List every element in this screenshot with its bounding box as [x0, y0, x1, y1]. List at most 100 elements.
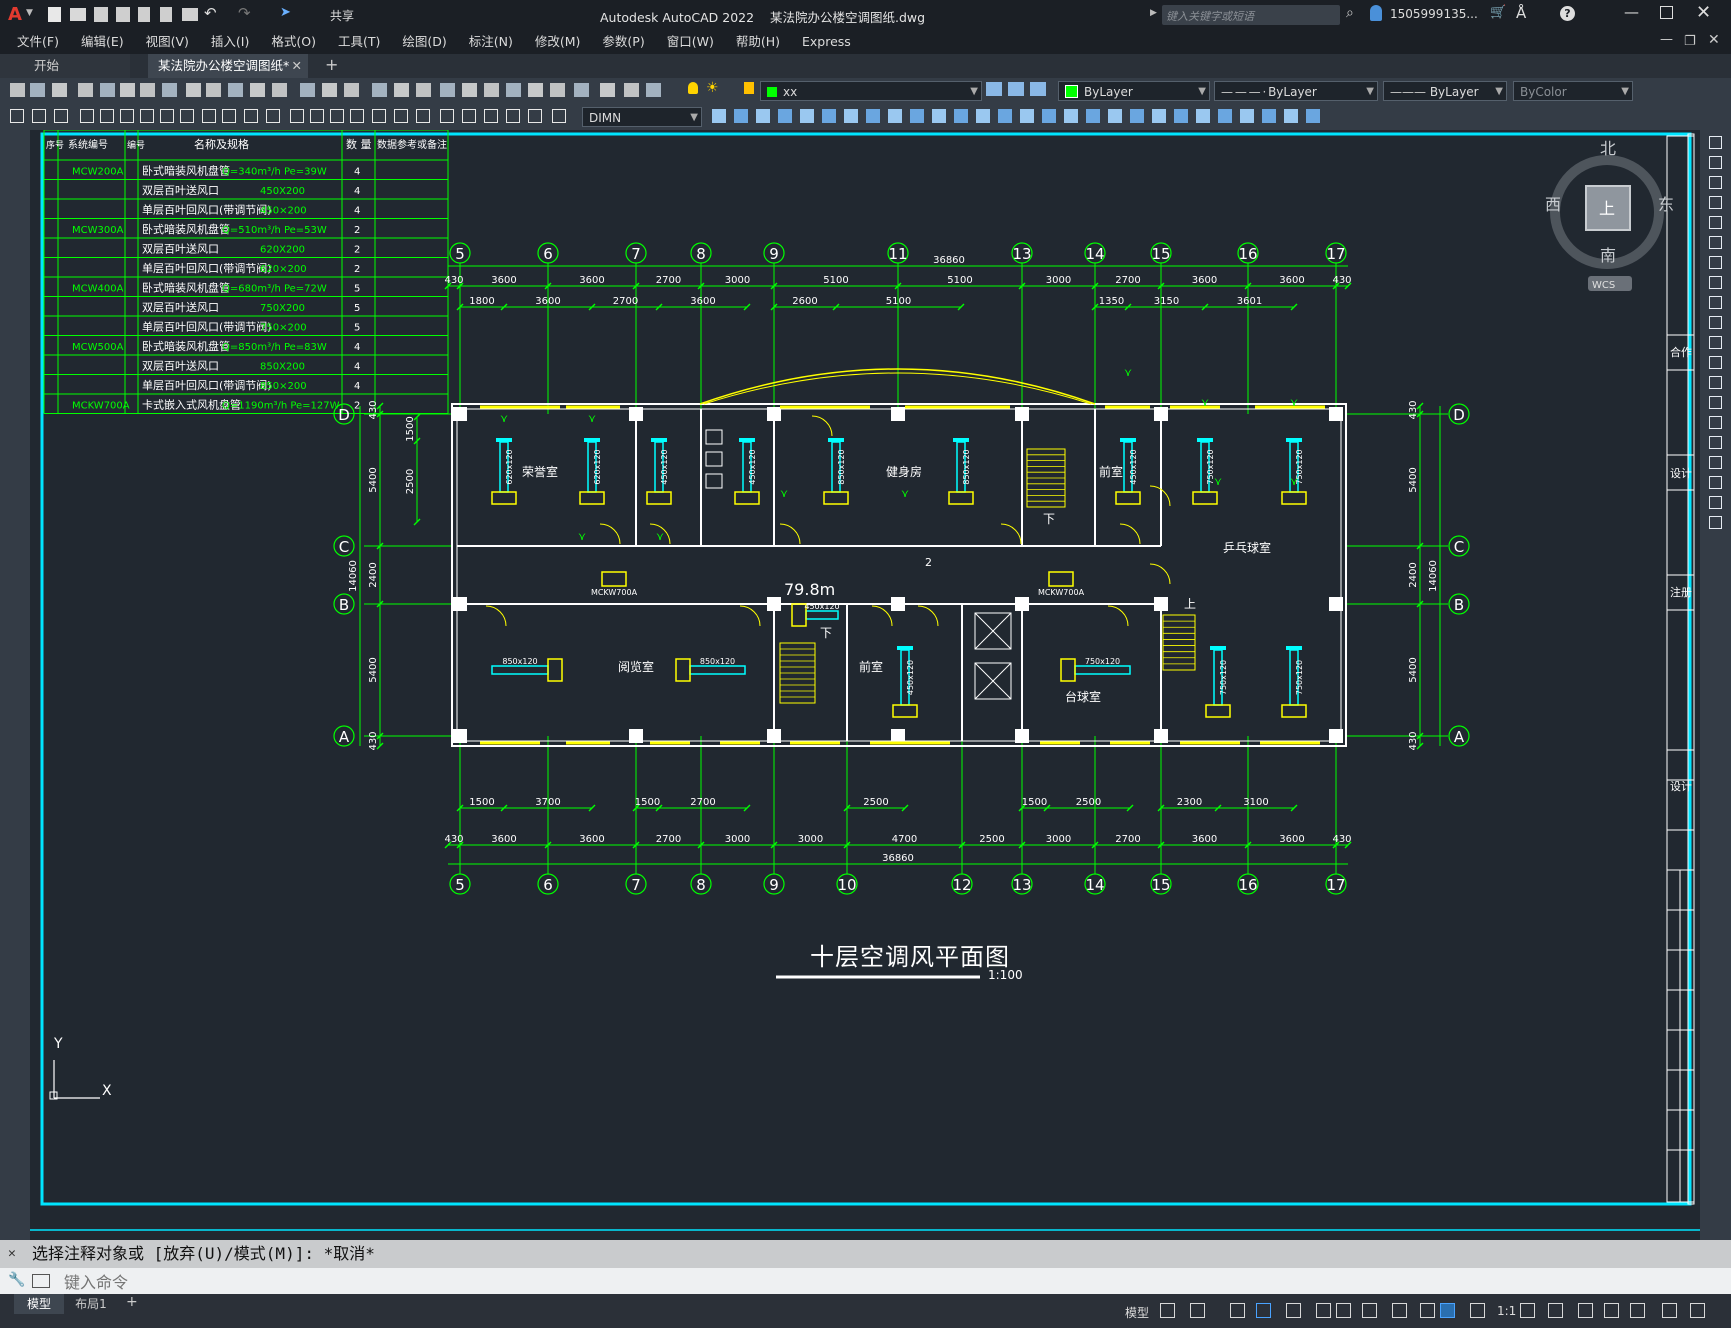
modify-palette-tool-8-icon[interactable] [1709, 276, 1722, 289]
menu-modify[interactable]: 修改(M) [524, 30, 592, 54]
toolbar-tool-23-icon[interactable] [506, 83, 521, 97]
toolbar-tool-26-icon[interactable] [574, 83, 589, 97]
tab-close-icon[interactable]: ✕ [292, 54, 302, 78]
dim-tool-10-icon[interactable] [202, 109, 216, 123]
dim-tool-3-icon[interactable] [54, 109, 68, 123]
command-input[interactable] [62, 1271, 1666, 1293]
modify-palette-tool-9-icon[interactable] [1709, 296, 1722, 309]
viewcube-south[interactable]: 南 [1600, 246, 1616, 265]
toolbar-tool-20-icon[interactable] [440, 83, 455, 97]
dim-tool-23-icon[interactable] [484, 109, 498, 123]
status-toggle-7-icon[interactable] [1336, 1303, 1351, 1318]
toolbar-tool-6-icon[interactable] [120, 83, 135, 97]
modify-palette-tool-10-icon[interactable] [1709, 316, 1722, 329]
undo-icon[interactable]: ↶ [204, 4, 217, 22]
dim-tool-14-icon[interactable] [290, 109, 304, 123]
doc-close-button[interactable]: ✕ [1708, 32, 1720, 48]
modify-tool-10-icon[interactable] [910, 109, 924, 123]
autodesk-a360-icon[interactable]: Å [1516, 4, 1526, 22]
dim-tool-21-icon[interactable] [440, 109, 454, 123]
modify-tool-27-icon[interactable] [1284, 109, 1298, 123]
modify-tool-25-icon[interactable] [1240, 109, 1254, 123]
toolbar-tool-3-icon[interactable] [52, 83, 67, 97]
redo-icon[interactable]: ↷ [238, 4, 251, 22]
menu-express[interactable]: Express [791, 30, 862, 54]
user-name[interactable]: 1505999135... [1390, 7, 1478, 21]
dim-tool-17-icon[interactable] [350, 109, 364, 123]
toolbar-tool-7-icon[interactable] [140, 83, 155, 97]
save-icon[interactable] [94, 7, 108, 22]
status-toggle-15-icon[interactable] [1578, 1303, 1593, 1318]
status-toggle-19-icon[interactable] [1690, 1303, 1705, 1318]
cad-drawing[interactable]: 合作 设计 注册 设计 MCW200A 卧式暗装风机盘管Q=340m³/h Pe=… [30, 130, 1700, 1240]
modify-tool-7-icon[interactable] [844, 109, 858, 123]
modify-tool-28-icon[interactable] [1306, 109, 1320, 123]
modify-tool-8-icon[interactable] [866, 109, 880, 123]
modify-palette-tool-12-icon[interactable] [1709, 356, 1722, 369]
plotstyle-dropdown[interactable]: ByColor ▼ [1513, 81, 1633, 101]
close-button[interactable]: ✕ [1696, 2, 1711, 23]
modify-tool-3-icon[interactable] [756, 109, 770, 123]
status-toggle-16-icon[interactable] [1604, 1303, 1619, 1318]
dim-tool-6-icon[interactable] [120, 109, 134, 123]
dim-tool-24-icon[interactable] [506, 109, 520, 123]
status-toggle-18-icon[interactable] [1662, 1303, 1677, 1318]
doc-minimize-button[interactable]: — [1660, 32, 1673, 47]
modify-palette-tool-1-icon[interactable] [1709, 136, 1722, 149]
status-toggle-9-icon[interactable] [1392, 1303, 1407, 1318]
modify-tool-24-icon[interactable] [1218, 109, 1232, 123]
modify-tool-15-icon[interactable] [1020, 109, 1034, 123]
dim-tool-22-icon[interactable] [462, 109, 476, 123]
modify-palette-tool-4-icon[interactable] [1709, 196, 1722, 209]
modify-tool-20-icon[interactable] [1130, 109, 1144, 123]
modify-palette-tool-3-icon[interactable] [1709, 176, 1722, 189]
status-toggle-4-icon[interactable] [1256, 1303, 1271, 1318]
toolbar-tool-14-icon[interactable] [300, 83, 315, 97]
modify-tool-5-icon[interactable] [800, 109, 814, 123]
save-as-icon[interactable] [116, 7, 130, 22]
dim-tool-8-icon[interactable] [160, 109, 174, 123]
doc-restore-button[interactable]: ❐ [1684, 34, 1696, 49]
viewcube-east[interactable]: 东 [1658, 195, 1674, 214]
search-box[interactable]: 键入关键字或短语 [1162, 5, 1340, 25]
menu-help[interactable]: 帮助(H) [725, 30, 791, 54]
toolbar-tool-9-icon[interactable] [186, 83, 201, 97]
menu-draw[interactable]: 绘图(D) [391, 30, 457, 54]
dim-tool-9-icon[interactable] [180, 109, 194, 123]
modify-palette-tool-6-icon[interactable] [1709, 236, 1722, 249]
modify-tool-1-icon[interactable] [712, 109, 726, 123]
status-toggle-12-icon[interactable] [1470, 1303, 1485, 1318]
tab-model[interactable]: 模型 [14, 1294, 64, 1314]
modify-tool-6-icon[interactable] [822, 109, 836, 123]
dim-tool-1-icon[interactable] [10, 109, 24, 123]
modify-tool-9-icon[interactable] [888, 109, 902, 123]
layer-sun-icon[interactable]: ☀ [706, 80, 719, 96]
toolbar-tool-13-icon[interactable] [272, 83, 287, 97]
modify-palette-tool-15-icon[interactable] [1709, 416, 1722, 429]
layer-bulb-icon[interactable] [688, 82, 698, 94]
tab-start[interactable]: 开始 [0, 54, 130, 78]
dim-tool-15-icon[interactable] [310, 109, 324, 123]
modify-palette-tool-16-icon[interactable] [1709, 436, 1722, 449]
floor-plan[interactable]: 5 6 7 8 9 11 13 14 15 16 17 5 6 7 8 9 10 12 13 14 15 16 17 D D C C… [333, 242, 1470, 895]
modify-palette-tool-7-icon[interactable] [1709, 256, 1722, 269]
save-web-icon[interactable] [160, 7, 172, 22]
status-toggle-2-icon[interactable] [1190, 1303, 1205, 1318]
dim-tool-11-icon[interactable] [222, 109, 236, 123]
toolbar-tool-11-icon[interactable] [228, 83, 243, 97]
layer-properties-icon[interactable] [986, 82, 1002, 96]
model-space-button[interactable]: 模型 [1125, 1304, 1149, 1321]
minimize-button[interactable]: — [1624, 3, 1639, 21]
command-prompt-icon[interactable] [32, 1274, 50, 1288]
drawing-canvas[interactable]: 合作 设计 注册 设计 MCW200A 卧式暗装风机盘管 Q=340m³/h Pe=… [30, 130, 1700, 1240]
modify-tool-2-icon[interactable] [734, 109, 748, 123]
modify-palette-tool-18-icon[interactable] [1709, 476, 1722, 489]
help-icon[interactable]: ? [1560, 6, 1575, 21]
toolbar-tool-27-icon[interactable] [600, 83, 615, 97]
dim-tool-19-icon[interactable] [394, 109, 408, 123]
menu-window[interactable]: 窗口(W) [656, 30, 725, 54]
plot-icon[interactable] [182, 8, 198, 21]
viewcube-west[interactable]: 西 [1545, 195, 1561, 214]
modify-tool-4-icon[interactable] [778, 109, 792, 123]
modify-tool-11-icon[interactable] [932, 109, 946, 123]
